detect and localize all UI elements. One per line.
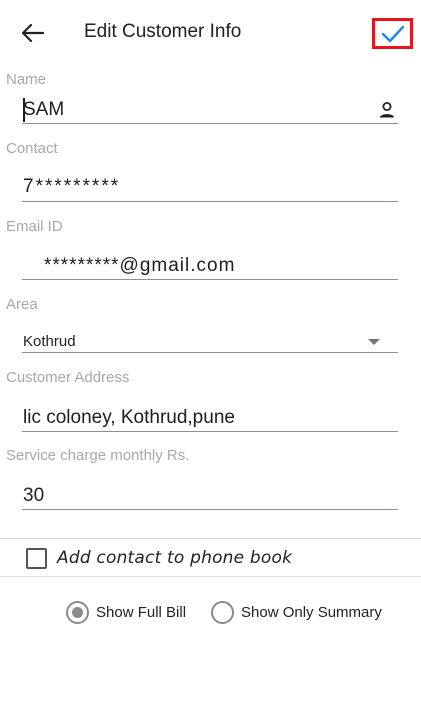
area-underline — [22, 352, 398, 353]
contact-underline — [22, 201, 398, 202]
add-contact-checkbox[interactable]: Add contact to phone book — [26, 546, 292, 570]
address-label: Customer Address — [6, 369, 130, 386]
save-button[interactable] — [372, 18, 413, 49]
person-icon[interactable] — [378, 101, 396, 119]
radio-button-unchecked[interactable] — [211, 600, 234, 624]
divider — [0, 576, 421, 577]
show-only-summary-label: Show Only Summary — [241, 603, 382, 621]
email-underline — [22, 279, 398, 280]
name-field[interactable]: SAM — [23, 99, 64, 121]
radio-show-full-bill[interactable]: Show Full Bill — [66, 600, 186, 624]
show-full-bill-label: Show Full Bill — [96, 603, 187, 621]
chevron-down-icon[interactable] — [368, 339, 380, 345]
toolbar: Edit Customer Info — [0, 0, 421, 64]
text-cursor — [23, 98, 25, 122]
name-label: Name — [6, 71, 47, 88]
contact-label: Contact — [6, 140, 58, 157]
email-label: Email ID — [6, 218, 63, 235]
service-charge-label: Service charge monthly Rs. — [6, 447, 190, 464]
service-charge-field[interactable]: 30 — [23, 485, 44, 507]
add-contact-label: Add contact to phone book — [57, 548, 293, 568]
back-button[interactable] — [18, 18, 48, 48]
checkbox-box[interactable] — [26, 547, 47, 569]
arrow-left-icon — [22, 24, 44, 42]
contact-field[interactable]: 7********* — [23, 176, 120, 198]
check-icon — [381, 25, 404, 42]
address-field[interactable]: lic coloney, Kothrud,pune — [23, 407, 235, 429]
email-field[interactable]: *********@gmail.com — [44, 255, 235, 277]
name-underline — [22, 123, 398, 124]
radio-button-checked[interactable] — [66, 600, 89, 624]
area-label: Area — [6, 296, 38, 313]
page-title: Edit Customer Info — [84, 21, 242, 42]
divider — [0, 538, 421, 539]
radio-show-only-summary[interactable]: Show Only Summary — [211, 600, 382, 624]
address-underline — [22, 431, 398, 432]
area-select[interactable]: Kothrud — [23, 333, 76, 350]
service-charge-underline — [22, 509, 398, 510]
